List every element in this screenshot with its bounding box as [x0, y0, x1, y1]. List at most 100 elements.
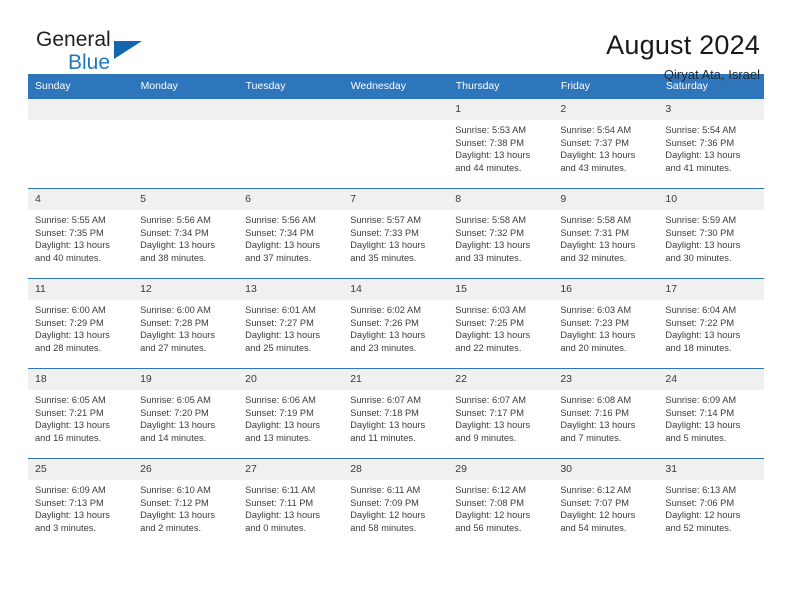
daylight-text-line2: and 28 minutes.: [35, 342, 102, 353]
daylight-text-line1: Daylight: 13 hours: [455, 330, 531, 341]
day-sun-info: Sunrise: 6:06 AM Sunset: 7:19 PM Daylight:…: [238, 390, 343, 444]
day-cell[interactable]: 24 Sunrise: 6:09 AM Sunset: 7:14 PM Dayligh…: [658, 368, 764, 459]
day-number: 2: [553, 99, 659, 120]
sunset-text: Sunset: 7:20 PM: [140, 407, 209, 418]
day-cell[interactable]: 3 Sunrise: 5:54 AM Sunset: 7:36 PM Daylight…: [658, 98, 764, 189]
day-number: 11: [28, 279, 134, 300]
sunrise-text: Sunrise: 6:10 AM: [140, 485, 211, 495]
daylight-text-line2: and 9 minutes.: [455, 432, 517, 443]
day-sun-info: Sunrise: 6:11 AM Sunset: 7:11 PM Daylight:…: [238, 480, 343, 534]
sunset-text: Sunset: 7:38 PM: [455, 137, 524, 148]
day-cell[interactable]: 17 Sunrise: 6:04 AM Sunset: 7:22 PM Dayligh…: [658, 278, 764, 369]
daylight-text-line1: Daylight: 12 hours: [560, 510, 636, 521]
daylight-text-line1: Daylight: 13 hours: [350, 420, 426, 431]
day-cell[interactable]: 16 Sunrise: 6:03 AM Sunset: 7:23 PM Dayligh…: [553, 278, 659, 369]
day-sun-info: Sunrise: 5:59 AM Sunset: 7:30 PM Daylight:…: [658, 210, 763, 264]
day-number: [133, 99, 239, 120]
day-cell[interactable]: 30 Sunrise: 6:12 AM Sunset: 7:07 PM Dayligh…: [553, 458, 659, 549]
day-cell[interactable]: 14 Sunrise: 6:02 AM Sunset: 7:26 PM Dayligh…: [343, 278, 449, 369]
sunset-text: Sunset: 7:35 PM: [35, 227, 104, 238]
logo-triangle-icon: [114, 41, 142, 59]
daylight-text-line2: and 32 minutes.: [560, 252, 627, 263]
sunset-text: Sunset: 7:37 PM: [560, 137, 630, 148]
general-blue-logo[interactable]: General Blue: [28, 28, 146, 78]
day-number: 8: [448, 189, 554, 210]
day-cell[interactable]: 26 Sunrise: 6:10 AM Sunset: 7:12 PM Dayligh…: [133, 458, 239, 549]
daylight-text-line2: and 56 minutes.: [455, 522, 522, 533]
day-number: 9: [553, 189, 659, 210]
day-cell[interactable]: 12 Sunrise: 6:00 AM Sunset: 7:28 PM Dayligh…: [133, 278, 239, 369]
daylight-text-line2: and 30 minutes.: [665, 252, 732, 263]
day-sun-info: Sunrise: 6:12 AM Sunset: 7:07 PM Daylight:…: [553, 480, 658, 534]
daylight-text-line1: Daylight: 13 hours: [35, 240, 110, 251]
sunrise-text: Sunrise: 6:12 AM: [560, 485, 632, 495]
daylight-text-line1: Daylight: 13 hours: [35, 510, 110, 521]
day-number: 28: [343, 459, 449, 480]
day-cell[interactable]: 7 Sunrise: 5:57 AM Sunset: 7:33 PM Daylight…: [343, 188, 449, 279]
daylight-text-line2: and 13 minutes.: [245, 432, 312, 443]
day-cell[interactable]: 21 Sunrise: 6:07 AM Sunset: 7:18 PM Dayligh…: [343, 368, 449, 459]
day-sun-info: Sunrise: 6:00 AM Sunset: 7:28 PM Daylight:…: [133, 300, 238, 354]
sunrise-text: Sunrise: 5:55 AM: [35, 215, 106, 225]
day-number: 22: [448, 369, 554, 390]
day-number: 5: [133, 189, 239, 210]
day-cell[interactable]: 18 Sunrise: 6:05 AM Sunset: 7:21 PM Dayligh…: [28, 368, 134, 459]
day-cell[interactable]: 10 Sunrise: 5:59 AM Sunset: 7:30 PM Dayligh…: [658, 188, 764, 279]
sunset-text: Sunset: 7:18 PM: [350, 407, 419, 418]
day-cell[interactable]: 22 Sunrise: 6:07 AM Sunset: 7:17 PM Dayligh…: [448, 368, 554, 459]
weekday-header-wednesday: Wednesday: [343, 74, 449, 99]
day-cell[interactable]: 11 Sunrise: 6:00 AM Sunset: 7:29 PM Dayligh…: [28, 278, 134, 369]
daylight-text-line2: and 52 minutes.: [665, 522, 732, 533]
day-cell[interactable]: 27 Sunrise: 6:11 AM Sunset: 7:11 PM Dayligh…: [238, 458, 344, 549]
day-cell[interactable]: 2 Sunrise: 5:54 AM Sunset: 7:37 PM Daylight…: [553, 98, 659, 189]
daylight-text-line1: Daylight: 13 hours: [350, 240, 426, 251]
day-number: 30: [553, 459, 659, 480]
day-cell[interactable]: 8 Sunrise: 5:58 AM Sunset: 7:32 PM Daylight…: [448, 188, 554, 279]
sunset-text: Sunset: 7:08 PM: [455, 497, 524, 508]
day-sun-info: Sunrise: 5:56 AM Sunset: 7:34 PM Daylight:…: [133, 210, 238, 264]
day-cell[interactable]: 15 Sunrise: 6:03 AM Sunset: 7:25 PM Dayligh…: [448, 278, 554, 369]
sunrise-text: Sunrise: 6:09 AM: [35, 485, 106, 495]
daylight-text-line2: and 33 minutes.: [455, 252, 522, 263]
sunset-text: Sunset: 7:17 PM: [455, 407, 524, 418]
day-sun-info: Sunrise: 6:09 AM Sunset: 7:13 PM Daylight:…: [28, 480, 133, 534]
day-sun-info: Sunrise: 6:02 AM Sunset: 7:26 PM Daylight:…: [343, 300, 448, 354]
day-cell[interactable]: 23 Sunrise: 6:08 AM Sunset: 7:16 PM Dayligh…: [553, 368, 659, 459]
sunset-text: Sunset: 7:12 PM: [140, 497, 209, 508]
day-cell[interactable]: 13 Sunrise: 6:01 AM Sunset: 7:27 PM Dayligh…: [238, 278, 344, 369]
day-cell[interactable]: 19 Sunrise: 6:05 AM Sunset: 7:20 PM Dayligh…: [133, 368, 239, 459]
day-sun-info: Sunrise: 6:04 AM Sunset: 7:22 PM Daylight:…: [658, 300, 763, 354]
sunrise-text: Sunrise: 6:05 AM: [35, 395, 106, 405]
daylight-text-line2: and 44 minutes.: [455, 162, 522, 173]
day-number: 1: [448, 99, 554, 120]
weekday-header-tuesday: Tuesday: [238, 74, 344, 99]
day-cell[interactable]: 25 Sunrise: 6:09 AM Sunset: 7:13 PM Dayligh…: [28, 458, 134, 549]
daylight-text-line1: Daylight: 13 hours: [455, 150, 531, 161]
sunset-text: Sunset: 7:28 PM: [140, 317, 209, 328]
day-cell[interactable]: 1 Sunrise: 5:53 AM Sunset: 7:38 PM Daylight…: [448, 98, 554, 189]
sunrise-text: Sunrise: 6:04 AM: [665, 305, 737, 315]
sunset-text: Sunset: 7:33 PM: [350, 227, 419, 238]
day-number: 29: [448, 459, 554, 480]
day-cell[interactable]: 20 Sunrise: 6:06 AM Sunset: 7:19 PM Dayligh…: [238, 368, 344, 459]
day-cell[interactable]: 31 Sunrise: 6:13 AM Sunset: 7:06 PM Dayligh…: [658, 458, 764, 549]
day-cell[interactable]: 5 Sunrise: 5:56 AM Sunset: 7:34 PM Daylight…: [133, 188, 239, 279]
day-cell[interactable]: 28 Sunrise: 6:11 AM Sunset: 7:09 PM Dayligh…: [343, 458, 449, 549]
daylight-text-line1: Daylight: 13 hours: [140, 420, 215, 431]
day-cell[interactable]: 6 Sunrise: 5:56 AM Sunset: 7:34 PM Daylight…: [238, 188, 344, 279]
day-cell[interactable]: 4 Sunrise: 5:55 AM Sunset: 7:35 PM Daylight…: [28, 188, 134, 279]
daylight-text-line1: Daylight: 13 hours: [560, 330, 636, 341]
sunset-text: Sunset: 7:22 PM: [665, 317, 735, 328]
day-cell[interactable]: 9 Sunrise: 5:58 AM Sunset: 7:31 PM Daylight…: [553, 188, 659, 279]
day-sun-info: Sunrise: 6:11 AM Sunset: 7:09 PM Daylight:…: [343, 480, 448, 534]
sunrise-text: Sunrise: 5:57 AM: [350, 215, 421, 225]
day-sun-info: Sunrise: 6:03 AM Sunset: 7:23 PM Daylight:…: [553, 300, 658, 354]
daylight-text-line2: and 41 minutes.: [665, 162, 732, 173]
sunrise-text: Sunrise: 6:11 AM: [350, 485, 421, 495]
day-cell[interactable]: 29 Sunrise: 6:12 AM Sunset: 7:08 PM Dayligh…: [448, 458, 554, 549]
sunset-text: Sunset: 7:07 PM: [560, 497, 630, 508]
day-sun-info: Sunrise: 5:55 AM Sunset: 7:35 PM Daylight:…: [28, 210, 133, 264]
daylight-text-line2: and 18 minutes.: [665, 342, 732, 353]
sunset-text: Sunset: 7:30 PM: [665, 227, 735, 238]
daylight-text-line1: Daylight: 13 hours: [245, 510, 321, 521]
